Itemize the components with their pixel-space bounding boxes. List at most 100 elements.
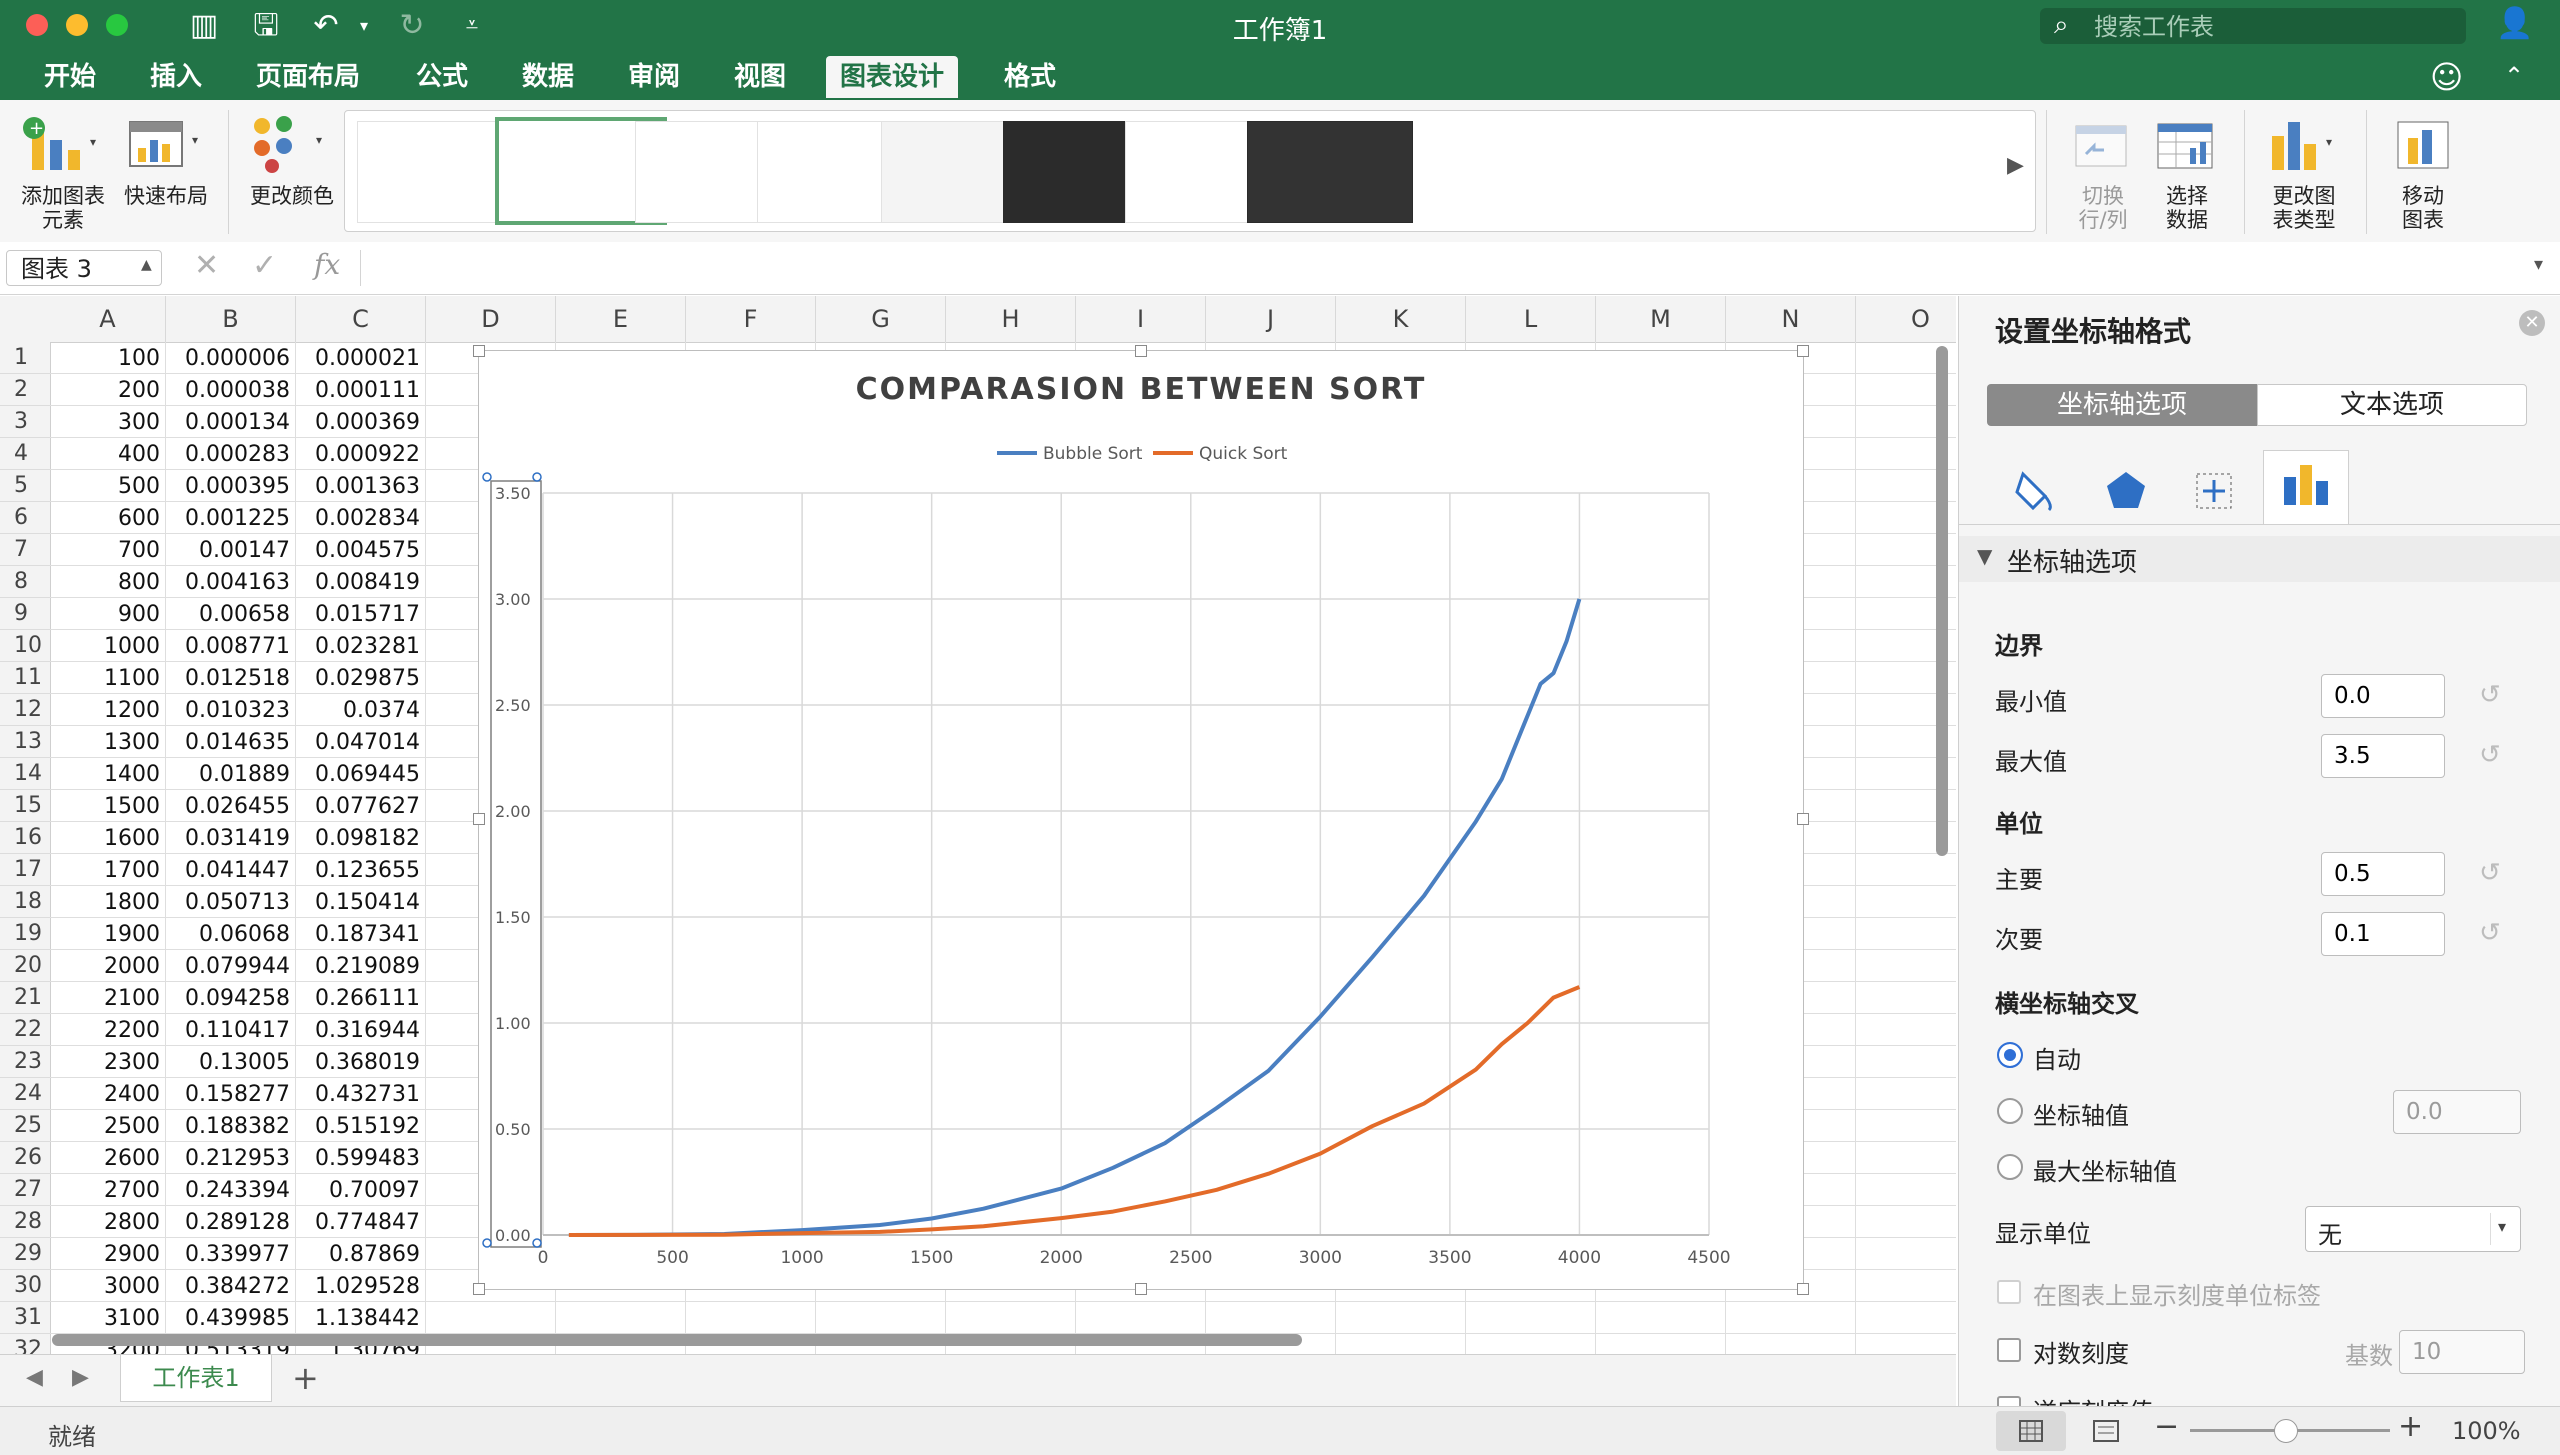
tab-home[interactable]: 开始 (30, 56, 110, 98)
row-header[interactable]: 6 (0, 502, 50, 534)
table-cell[interactable]: 600 (50, 502, 166, 534)
table-cell[interactable]: 800 (50, 566, 166, 598)
table-cell[interactable]: 0.008771 (166, 630, 296, 662)
table-cell[interactable]: 0.150414 (296, 886, 426, 918)
chart-resize-handle[interactable] (1135, 345, 1147, 357)
row-header[interactable]: 5 (0, 470, 50, 502)
row-header[interactable]: 22 (0, 1014, 50, 1046)
table-cell[interactable]: 0.098182 (296, 822, 426, 854)
fx-icon[interactable]: fx (314, 248, 340, 281)
column-header-l[interactable]: L (1466, 296, 1596, 342)
table-cell[interactable]: 0.023281 (296, 630, 426, 662)
table-cell[interactable]: 0.077627 (296, 790, 426, 822)
table-cell[interactable]: 0.008419 (296, 566, 426, 598)
table-cell[interactable]: 0.188382 (166, 1110, 296, 1142)
table-cell[interactable]: 0.87869 (296, 1238, 426, 1270)
prev-sheet-arrow-icon[interactable]: ◀ (26, 1365, 43, 1390)
table-cell[interactable]: 0.041447 (166, 854, 296, 886)
table-cell[interactable]: 1100 (50, 662, 166, 694)
add-chart-element-button[interactable]: 添加图表 元素 (10, 184, 116, 232)
vertical-scrollbar[interactable] (1936, 346, 1948, 856)
chart-style-thumbnail[interactable] (1247, 121, 1413, 223)
max-axis-value-radio[interactable] (1997, 1154, 2023, 1180)
table-cell[interactable]: 2500 (50, 1110, 166, 1142)
table-cell[interactable]: 0.70097 (296, 1174, 426, 1206)
table-cell[interactable]: 3000 (50, 1270, 166, 1302)
table-cell[interactable]: 200 (50, 374, 166, 406)
table-cell[interactable]: 400 (50, 438, 166, 470)
column-header-a[interactable]: A (50, 296, 166, 342)
minimize-window-button[interactable] (66, 14, 88, 36)
table-cell[interactable]: 0.000395 (166, 470, 296, 502)
row-header[interactable]: 26 (0, 1142, 50, 1174)
row-header[interactable]: 10 (0, 630, 50, 662)
table-cell[interactable]: 2600 (50, 1142, 166, 1174)
sheet-tab[interactable]: 工作表1 (120, 1355, 272, 1402)
column-header-h[interactable]: H (946, 296, 1076, 342)
next-sheet-arrow-icon[interactable]: ▶ (72, 1365, 89, 1390)
collapse-ribbon-icon[interactable]: ⌃ (2504, 62, 2524, 90)
row-header[interactable]: 15 (0, 790, 50, 822)
row-header[interactable]: 30 (0, 1270, 50, 1302)
save-icon[interactable]: 🖫 (246, 8, 286, 44)
table-cell[interactable]: 0.00658 (166, 598, 296, 630)
section-header[interactable]: ▼ 坐标轴选项 (1959, 536, 2560, 582)
table-cell[interactable]: 700 (50, 534, 166, 566)
table-cell[interactable]: 2700 (50, 1174, 166, 1206)
table-cell[interactable]: 900 (50, 598, 166, 630)
row-header[interactable]: 29 (0, 1238, 50, 1270)
row-header[interactable]: 3 (0, 406, 50, 438)
row-header[interactable]: 2 (0, 374, 50, 406)
effects-icon[interactable] (2101, 466, 2151, 520)
column-header-k[interactable]: K (1336, 296, 1466, 342)
table-cell[interactable]: 1800 (50, 886, 166, 918)
table-cell[interactable]: 2200 (50, 1014, 166, 1046)
axis-value-radio[interactable] (1997, 1098, 2023, 1124)
row-header[interactable]: 7 (0, 534, 50, 566)
table-cell[interactable]: 0.000021 (296, 342, 426, 374)
change-colors-button[interactable]: 更改颜色 (242, 184, 342, 208)
table-cell[interactable]: 1600 (50, 822, 166, 854)
share-user-icon[interactable]: 👤 (2496, 6, 2533, 41)
close-pane-icon[interactable]: ✕ (2519, 310, 2545, 336)
add-sheet-icon[interactable]: + (292, 1359, 319, 1397)
row-header[interactable]: 11 (0, 662, 50, 694)
table-cell[interactable]: 0.110417 (166, 1014, 296, 1046)
column-header-b[interactable]: B (166, 296, 296, 342)
table-cell[interactable]: 0.069445 (296, 758, 426, 790)
table-cell[interactable]: 1.029528 (296, 1270, 426, 1302)
table-cell[interactable]: 0.316944 (296, 1014, 426, 1046)
table-cell[interactable]: 0.384272 (166, 1270, 296, 1302)
tab-data[interactable]: 数据 (508, 56, 588, 98)
table-cell[interactable]: 100 (50, 342, 166, 374)
table-cell[interactable]: 2000 (50, 950, 166, 982)
table-cell[interactable]: 0.000134 (166, 406, 296, 438)
sidebar-icon[interactable]: ▥ (184, 8, 224, 44)
move-chart-button[interactable]: 移动 图表 (2378, 184, 2468, 232)
table-cell[interactable]: 0.289128 (166, 1206, 296, 1238)
zoom-out-icon[interactable]: − (2154, 1409, 2179, 1444)
table-cell[interactable]: 2300 (50, 1046, 166, 1078)
table-cell[interactable]: 1200 (50, 694, 166, 726)
table-cell[interactable]: 0.158277 (166, 1078, 296, 1110)
formula-input[interactable] (370, 250, 2520, 286)
zoom-in-icon[interactable]: + (2398, 1409, 2423, 1444)
max-bound-input[interactable] (2321, 734, 2445, 778)
chart-resize-handle[interactable] (473, 813, 485, 825)
table-cell[interactable]: 0.599483 (296, 1142, 426, 1174)
tab-chart-design[interactable]: 图表设计 (826, 56, 959, 98)
table-cell[interactable]: 0.187341 (296, 918, 426, 950)
row-header[interactable]: 18 (0, 886, 50, 918)
expand-formula-icon[interactable]: ▾ (2534, 254, 2543, 275)
table-cell[interactable]: 0.266111 (296, 982, 426, 1014)
change-chart-type-button[interactable]: 更改图 表类型 (2254, 184, 2354, 232)
row-header[interactable]: 27 (0, 1174, 50, 1206)
table-cell[interactable]: 1900 (50, 918, 166, 950)
table-cell[interactable]: 0.012518 (166, 662, 296, 694)
chart-resize-handle[interactable] (473, 345, 485, 357)
table-cell[interactable]: 0.002834 (296, 502, 426, 534)
row-header[interactable]: 23 (0, 1046, 50, 1078)
tab-insert[interactable]: 插入 (136, 56, 216, 98)
table-cell[interactable]: 0.000369 (296, 406, 426, 438)
table-cell[interactable]: 0.13005 (166, 1046, 296, 1078)
